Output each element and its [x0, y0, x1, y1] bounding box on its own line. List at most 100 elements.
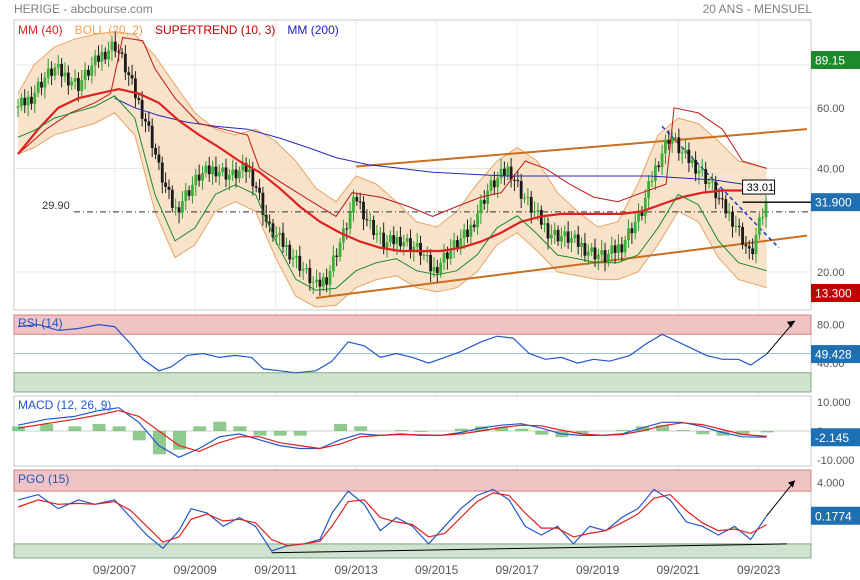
- candle-body: [486, 190, 490, 204]
- candle-body: [315, 279, 318, 283]
- macd-histogram-bar: [334, 424, 348, 431]
- candle-body: [328, 271, 332, 285]
- candle-body: [593, 247, 597, 260]
- candle-body: [372, 219, 375, 236]
- candle-body: [197, 174, 201, 181]
- candle-body: [274, 234, 278, 238]
- candle-body: [268, 221, 272, 224]
- candle-body: [526, 196, 530, 198]
- candle-body: [77, 78, 80, 91]
- macd-histogram-bar: [253, 431, 267, 436]
- price-tick-label: 60.00: [817, 103, 845, 115]
- candle-body: [623, 240, 627, 253]
- candle-body: [137, 98, 141, 100]
- candle-body: [472, 224, 476, 228]
- candle-body: [174, 207, 178, 209]
- macd-histogram-bar: [454, 428, 468, 431]
- legend-item-2: SUPERTREND (10, 3): [155, 23, 275, 37]
- candle-body: [580, 242, 583, 247]
- candle-body: [352, 197, 355, 213]
- candle-body: [700, 169, 704, 171]
- candle-body: [399, 236, 402, 247]
- candle-body: [368, 219, 372, 221]
- candle-body: [576, 234, 580, 247]
- candle-body: [415, 243, 419, 247]
- candle-body: [248, 169, 251, 173]
- candle-body: [80, 80, 84, 91]
- candle-body: [254, 186, 258, 188]
- macd-histogram-bar: [92, 424, 106, 431]
- candle-body: [513, 179, 516, 181]
- candle-body: [331, 255, 335, 272]
- candle-body: [543, 223, 547, 225]
- candle-body: [362, 201, 365, 220]
- candle-body: [288, 244, 292, 260]
- candle-body: [60, 63, 64, 77]
- candle-body: [90, 65, 94, 76]
- macd-histogram-bar: [354, 426, 368, 431]
- candle-body: [492, 180, 496, 188]
- candle-body: [590, 247, 594, 252]
- candle-body: [113, 41, 117, 52]
- candle-body: [56, 63, 60, 68]
- candle-body: [496, 177, 500, 188]
- candle-body: [144, 118, 147, 122]
- rsi-overbought-zone: [13, 314, 812, 335]
- candle-body: [741, 226, 744, 245]
- candle-body: [409, 238, 412, 251]
- candle-body: [221, 167, 225, 172]
- x-tick-label: 09/2013: [334, 563, 378, 577]
- candle-body: [284, 244, 288, 247]
- candle-body: [506, 166, 510, 176]
- candle-body: [194, 174, 198, 186]
- candle-body: [563, 231, 567, 237]
- candle-body: [110, 41, 114, 51]
- candle-body: [425, 254, 429, 256]
- candle-body: [710, 181, 714, 183]
- candle-body: [382, 232, 386, 249]
- candle-body: [318, 279, 322, 287]
- candle-body: [757, 217, 761, 236]
- candle-body: [308, 267, 312, 284]
- macd-histogram-bar: [233, 426, 247, 431]
- candle-body: [375, 233, 379, 236]
- candle-body: [620, 244, 624, 253]
- candle-body: [281, 232, 285, 247]
- candle-body: [549, 234, 553, 239]
- macd-histogram-bar: [273, 431, 287, 436]
- candle-body: [83, 69, 87, 81]
- candle-body: [650, 181, 654, 183]
- x-tick-label: 09/2015: [415, 563, 459, 577]
- candle-body: [734, 225, 738, 227]
- candle-body: [606, 253, 610, 262]
- candle-body: [238, 170, 241, 179]
- candle-body: [43, 77, 47, 88]
- macd-histogram-bar: [112, 426, 126, 431]
- pgo-tick-label: 4.000: [817, 477, 845, 489]
- candle-body: [63, 72, 67, 77]
- candle-body: [214, 166, 218, 177]
- candle-body: [150, 125, 154, 148]
- candle-body: [724, 199, 728, 214]
- price-tick-label: 40.00: [817, 163, 845, 175]
- candle-body: [33, 92, 37, 104]
- macd-histogram-bar: [676, 430, 690, 431]
- candle-body: [40, 81, 43, 88]
- candle-body: [19, 97, 23, 107]
- x-tick-label: 09/2009: [173, 563, 217, 577]
- price-tick-label: 20.00: [817, 267, 845, 279]
- macd-histogram-bar: [760, 431, 774, 433]
- pgo-overbought-zone: [13, 469, 812, 492]
- candle-body: [258, 187, 261, 193]
- candle-body: [305, 267, 308, 270]
- candle-body: [519, 181, 523, 199]
- candle-body: [345, 228, 349, 230]
- candle-body: [516, 180, 520, 182]
- macd-histogram-bar: [696, 431, 710, 435]
- macd-histogram-bar: [615, 430, 629, 431]
- candle-body: [694, 159, 698, 174]
- legend-item-0: MM (40): [18, 23, 63, 37]
- candle-body: [154, 147, 157, 155]
- candle-body: [338, 242, 342, 258]
- candle-body: [227, 175, 231, 180]
